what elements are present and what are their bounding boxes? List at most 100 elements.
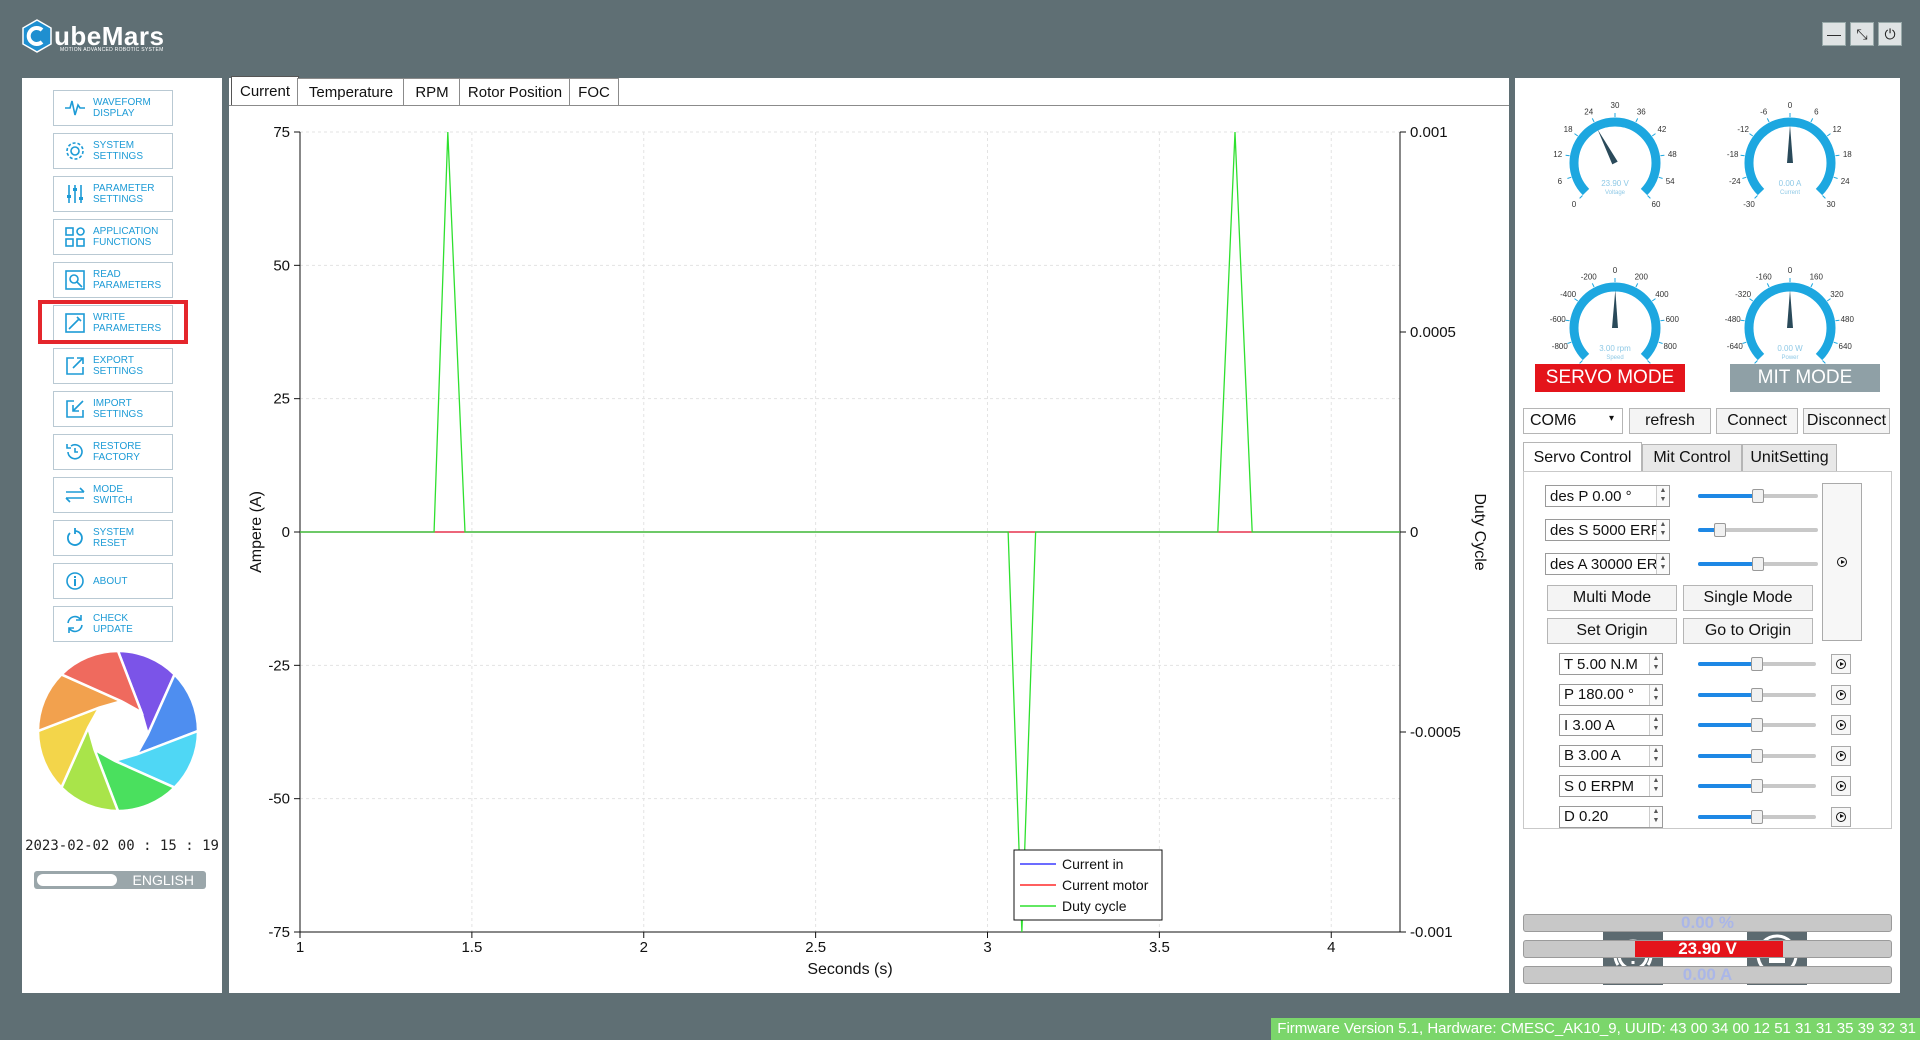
row-play-button[interactable] — [1831, 806, 1851, 827]
tab-servo-control[interactable]: Servo Control — [1523, 442, 1642, 472]
toggle-knob — [37, 874, 117, 886]
spinbox[interactable]: des S 5000 ERP ▲ ▼ — [1545, 519, 1670, 541]
sidebar-item-system-reset[interactable]: SYSTEM RESET — [53, 520, 173, 556]
sidebar-item-check-update[interactable]: CHECK UPDATE — [53, 606, 173, 642]
row-play-button[interactable] — [1831, 715, 1851, 735]
servo-multi-mode-button[interactable]: Multi Mode — [1547, 585, 1677, 611]
current-chart: 1 1.5 2 2.5 3 3.5 4 75 50 25 0 -25 -50 -75 0.001 0.0005… — [248, 124, 1488, 978]
spinbox[interactable]: D 0.20 ▲ ▼ — [1559, 805, 1663, 828]
maximize-icon: ⤡ — [1856, 25, 1868, 42]
row-play-button[interactable] — [1831, 684, 1851, 705]
com-port-select[interactable]: COM6 ▾ — [1523, 408, 1623, 434]
spinbox[interactable]: T 5.00 N.M ▲ ▼ — [1559, 653, 1663, 675]
servo-single-mode-button[interactable]: Single Mode — [1683, 585, 1813, 611]
value-slider[interactable] — [1698, 523, 1818, 537]
gauge-tick-label: -480 — [1725, 315, 1742, 324]
aperture-logo-icon — [36, 649, 200, 813]
gauge-tick — [1651, 133, 1656, 137]
gauge-tick-label: 24 — [1841, 177, 1850, 186]
spin-arrows-icon[interactable]: ▲ ▼ — [1656, 520, 1669, 540]
spinbox[interactable]: P 180.00 ° ▲ ▼ — [1559, 683, 1663, 706]
mit-mode-button[interactable]: MIT MODE — [1730, 364, 1880, 392]
sidebar-item-label: IMPORT SETTINGS — [93, 398, 144, 420]
value-slider[interactable] — [1698, 657, 1816, 671]
sidebar-item-export-settings[interactable]: EXPORT SETTINGS — [53, 348, 173, 384]
servo-mode-button[interactable]: SERVO MODE — [1535, 364, 1685, 392]
value-slider[interactable] — [1698, 809, 1816, 824]
slider-knob[interactable] — [1751, 718, 1763, 732]
disconnect-button[interactable]: Disconnect — [1803, 408, 1890, 434]
sidebar-item-import-settings[interactable]: IMPORT SETTINGS — [53, 391, 173, 427]
value-slider[interactable] — [1698, 748, 1816, 763]
spinbox[interactable]: B 3.00 A ▲ ▼ — [1559, 744, 1663, 767]
slider-knob[interactable] — [1751, 809, 1763, 824]
tab-mit-control[interactable]: Mit Control — [1642, 444, 1742, 472]
sidebar-item-application-functions[interactable]: APPLICATION FUNCTIONS — [53, 219, 173, 255]
servo-run-button[interactable] — [1822, 483, 1862, 641]
value-slider[interactable] — [1698, 687, 1816, 702]
spin-arrows-icon[interactable]: ▲ ▼ — [1656, 554, 1669, 574]
gauge-tick-label: 400 — [1655, 290, 1669, 299]
sidebar-item-system-settings[interactable]: SYSTEM SETTINGS — [53, 133, 173, 169]
slider-knob[interactable] — [1713, 523, 1726, 537]
gauge-current: -30 -24 -18 -12 -6 0 6 12 18 24 30 0.00 A Current — [1727, 101, 1852, 209]
spin-arrows-icon[interactable]: ▲ ▼ — [1649, 745, 1662, 766]
spinbox[interactable]: des A 30000 ER ▲ ▼ — [1545, 553, 1670, 575]
brand-tagline: MOTION ADVANCED ROBOTIC SYSTEM — [60, 47, 164, 53]
sidebar-item-waveform-display[interactable]: WAVEFORM DISPLAY — [53, 90, 173, 126]
gear-icon — [64, 140, 86, 162]
slider-knob[interactable] — [1751, 748, 1763, 763]
spinbox[interactable]: I 3.00 A ▲ ▼ — [1559, 714, 1663, 736]
slider-knob[interactable] — [1751, 657, 1763, 671]
right-panel: 0 6 12 18 24 30 36 42 48 54 60 23.90 V Voltage -30 -24… — [1515, 78, 1900, 993]
spinbox[interactable]: des P 0.00 ° ▲ ▼ — [1545, 485, 1670, 507]
gauge-tick-label: 160 — [1810, 272, 1824, 281]
servo-go-to-origin-button[interactable]: Go to Origin — [1683, 618, 1813, 644]
row-play-button[interactable] — [1831, 745, 1851, 766]
gauge-tick — [1766, 118, 1770, 123]
language-toggle[interactable]: ENGLISH — [34, 871, 206, 889]
slider-knob[interactable] — [1751, 779, 1763, 793]
spin-arrows-icon[interactable]: ▲ ▼ — [1649, 684, 1662, 705]
sidebar-item-mode-switch[interactable]: MODE SWITCH — [53, 477, 173, 513]
spin-arrows-icon[interactable]: ▲ ▼ — [1649, 776, 1662, 796]
spin-arrows-icon[interactable]: ▲ ▼ — [1649, 654, 1662, 674]
spin-arrows-icon[interactable]: ▲ ▼ — [1649, 715, 1662, 735]
minimize-button[interactable]: — — [1822, 22, 1846, 46]
x-tick-label: 1.5 — [461, 939, 482, 956]
value-slider[interactable] — [1698, 489, 1818, 503]
gauge-tick-label: 0 — [1788, 266, 1793, 275]
slider-knob[interactable] — [1752, 489, 1764, 503]
hexagon-logo-icon — [22, 19, 52, 53]
tab-unit-setting[interactable]: UnitSetting — [1742, 444, 1837, 472]
value-slider[interactable] — [1698, 779, 1816, 793]
row-play-button[interactable] — [1831, 654, 1851, 674]
value-slider[interactable] — [1698, 718, 1816, 732]
sidebar-item-about[interactable]: ABOUT — [53, 563, 173, 599]
chevron-down-icon: ▾ — [1608, 413, 1614, 424]
power-icon: ⏻ — [1884, 25, 1896, 42]
refresh-button[interactable]: refresh — [1629, 408, 1711, 434]
play-circle-icon — [1836, 659, 1846, 669]
x-tick-label: 2.5 — [805, 939, 826, 956]
gauge-tick-label: 800 — [1664, 342, 1678, 351]
sidebar-item-parameter-settings[interactable]: PARAMETER SETTINGS — [53, 176, 173, 212]
maximize-button[interactable]: ⤡ — [1850, 22, 1874, 46]
slider-knob[interactable] — [1751, 687, 1763, 702]
gauge-tick-label: 200 — [1635, 272, 1649, 281]
sidebar-item-read-parameters[interactable]: READ PARAMETERS — [53, 262, 173, 298]
gauge-tick — [1658, 176, 1663, 179]
sidebar-item-restore-factory[interactable]: RESTORE FACTORY — [53, 434, 173, 470]
value-slider[interactable] — [1698, 557, 1818, 571]
sidebar-item-label: CHECK UPDATE — [93, 613, 133, 635]
spin-arrows-icon[interactable]: ▲ ▼ — [1656, 486, 1669, 506]
spin-arrows-icon[interactable]: ▲ ▼ — [1649, 806, 1662, 827]
gauge-tick — [1826, 298, 1831, 302]
connect-button[interactable]: Connect — [1716, 408, 1798, 434]
slider-knob[interactable] — [1752, 557, 1764, 571]
play-circle-icon — [1836, 750, 1846, 761]
power-button[interactable]: ⏻ — [1878, 22, 1902, 46]
spinbox[interactable]: S 0 ERPM ▲ ▼ — [1559, 775, 1663, 797]
servo-set-origin-button[interactable]: Set Origin — [1547, 618, 1677, 644]
row-play-button[interactable] — [1831, 776, 1851, 796]
